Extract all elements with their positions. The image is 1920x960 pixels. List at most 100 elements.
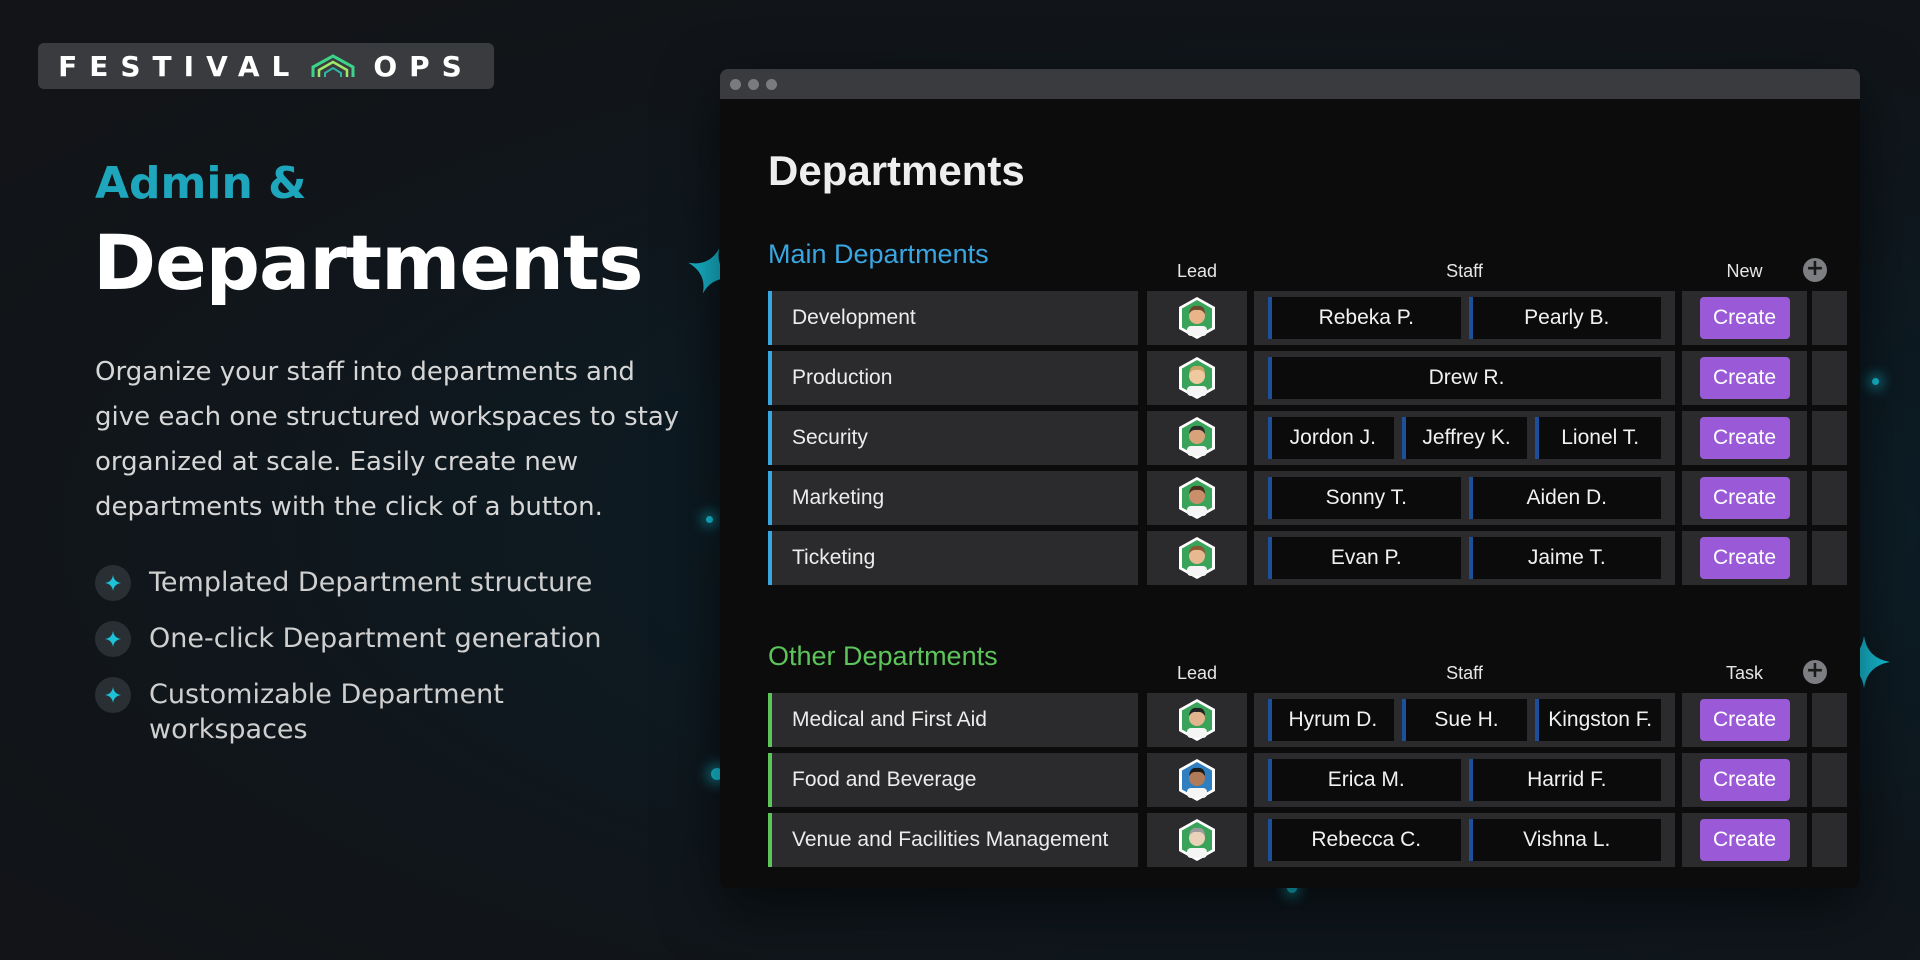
glow-decoration: [1872, 378, 1879, 385]
staff-chip[interactable]: Aiden D.: [1468, 477, 1661, 519]
row-extra-cell: [1812, 531, 1847, 585]
feature-text: Customizable Department workspaces: [149, 679, 504, 745]
lead-avatar[interactable]: [1177, 698, 1217, 742]
feature-item: Customizable Department workspaces: [95, 677, 655, 747]
staff-chip[interactable]: Jeffrey K.: [1401, 417, 1528, 459]
window-dot-icon[interactable]: [748, 78, 759, 90]
staff-chip[interactable]: Vishna L.: [1468, 819, 1661, 861]
staff-chip[interactable]: Jordon J.: [1268, 417, 1394, 459]
create-button[interactable]: Create: [1699, 699, 1790, 741]
lead-cell: [1147, 291, 1247, 345]
staff-chip[interactable]: Sue H.: [1401, 699, 1528, 741]
lead-cell: [1147, 693, 1247, 747]
section-title: Main Departments: [768, 239, 989, 269]
row-extra-cell: [1812, 351, 1847, 405]
department-row[interactable]: Food and Beverage Erica M. Harrid F. Creat…: [768, 753, 1853, 807]
department-name[interactable]: Marketing: [768, 471, 1138, 525]
tent-icon: [311, 54, 355, 77]
action-cell: Create: [1682, 291, 1807, 345]
staff-chip[interactable]: Evan P.: [1268, 537, 1461, 579]
lead-avatar[interactable]: [1177, 758, 1217, 802]
department-row[interactable]: Security Jordon J. Jeffrey K. Lionel T. Cre…: [768, 411, 1853, 465]
window-titlebar: [720, 69, 1860, 99]
feature-item: One-click Department generation: [95, 621, 655, 657]
create-button[interactable]: Create: [1699, 417, 1790, 459]
staff-cell: Sonny T. Aiden D.: [1254, 471, 1675, 525]
department-name[interactable]: Venue and Facilities Management: [768, 813, 1138, 867]
staff-cell: Evan P. Jaime T.: [1254, 531, 1675, 585]
row-extra-cell: [1812, 693, 1847, 747]
staff-cell: Rebecca C. Vishna L.: [1254, 813, 1675, 867]
staff-chip[interactable]: Sonny T.: [1268, 477, 1461, 519]
hero-paragraph: Organize your staff into departments and…: [95, 357, 680, 522]
create-button[interactable]: Create: [1699, 759, 1790, 801]
staff-chip[interactable]: Hyrum D.: [1268, 699, 1394, 741]
lead-avatar[interactable]: [1177, 356, 1217, 400]
lead-cell: [1147, 471, 1247, 525]
staff-cell: Jordon J. Jeffrey K. Lionel T.: [1254, 411, 1675, 465]
app-window: Departments Main Departments Lead Staff …: [720, 69, 1860, 888]
create-button[interactable]: Create: [1699, 297, 1790, 339]
brand-left-text: FESTIVAL: [58, 49, 302, 83]
staff-cell: Rebeka P. Pearly B.: [1254, 291, 1675, 345]
action-cell: Create: [1682, 693, 1807, 747]
column-header-task: Task: [1725, 663, 1763, 683]
create-button[interactable]: Create: [1699, 477, 1790, 519]
lead-avatar[interactable]: [1177, 536, 1217, 580]
row-extra-cell: [1812, 813, 1847, 867]
department-row[interactable]: Venue and Facilities Management Rebecca …: [768, 813, 1853, 867]
action-cell: Create: [1682, 531, 1807, 585]
create-button[interactable]: Create: [1699, 819, 1790, 861]
staff-chip[interactable]: Rebecca C.: [1268, 819, 1461, 861]
staff-chip[interactable]: Drew R.: [1268, 357, 1661, 399]
row-extra-cell: [1812, 411, 1847, 465]
lead-avatar[interactable]: [1177, 416, 1217, 460]
section-title: Other Departments: [768, 641, 998, 671]
staff-chip[interactable]: Rebeka P.: [1268, 297, 1461, 339]
department-rows: Medical and First Aid Hyrum D. Sue H. King…: [768, 693, 1853, 873]
lead-cell: [1147, 813, 1247, 867]
row-extra-cell: [1812, 753, 1847, 807]
hero-title: Departments: [93, 218, 644, 307]
row-extra-cell: [1812, 291, 1847, 345]
add-department-button[interactable]: +: [1803, 258, 1827, 282]
sparkle-icon: [95, 565, 131, 601]
sparkle-icon: [95, 621, 131, 657]
staff-chip[interactable]: Pearly B.: [1468, 297, 1661, 339]
staff-chip[interactable]: Harrid F.: [1468, 759, 1661, 801]
staff-cell: Drew R.: [1254, 351, 1675, 405]
staff-chip[interactable]: Erica M.: [1268, 759, 1461, 801]
action-cell: Create: [1682, 411, 1807, 465]
create-button[interactable]: Create: [1699, 537, 1790, 579]
department-name[interactable]: Ticketing: [768, 531, 1138, 585]
staff-chip[interactable]: Lionel T.: [1535, 417, 1662, 459]
department-name[interactable]: Medical and First Aid: [768, 693, 1138, 747]
create-button[interactable]: Create: [1699, 357, 1790, 399]
department-name[interactable]: Development: [768, 291, 1138, 345]
department-row[interactable]: Production Drew R. Create: [768, 351, 1853, 405]
lead-avatar[interactable]: [1177, 476, 1217, 520]
column-header-lead: Lead: [1176, 261, 1218, 281]
hero-eyebrow: Admin &: [95, 158, 307, 209]
add-department-button[interactable]: +: [1803, 660, 1827, 684]
window-dot-icon[interactable]: [766, 78, 777, 90]
action-cell: Create: [1682, 813, 1807, 867]
department-rows: Development Rebeka P. Pearly B. Create Prod…: [768, 291, 1853, 591]
sparkle-icon: [95, 677, 131, 713]
column-header-staff: Staff: [1446, 261, 1483, 281]
department-row[interactable]: Medical and First Aid Hyrum D. Sue H. King…: [768, 693, 1853, 747]
lead-avatar[interactable]: [1177, 296, 1217, 340]
staff-chip[interactable]: Kingston F.: [1535, 699, 1662, 741]
department-row[interactable]: Development Rebeka P. Pearly B. Create: [768, 291, 1853, 345]
department-name[interactable]: Food and Beverage: [768, 753, 1138, 807]
window-dot-icon[interactable]: [730, 78, 741, 90]
department-row[interactable]: Marketing Sonny T. Aiden D. Create: [768, 471, 1853, 525]
lead-avatar[interactable]: [1177, 818, 1217, 862]
action-cell: Create: [1682, 471, 1807, 525]
staff-chip[interactable]: Jaime T.: [1468, 537, 1661, 579]
department-row[interactable]: Ticketing Evan P. Jaime T. Create: [768, 531, 1853, 585]
action-cell: Create: [1682, 753, 1807, 807]
department-name[interactable]: Security: [768, 411, 1138, 465]
department-name[interactable]: Production: [768, 351, 1138, 405]
brand-right-text: OPS: [373, 49, 474, 83]
